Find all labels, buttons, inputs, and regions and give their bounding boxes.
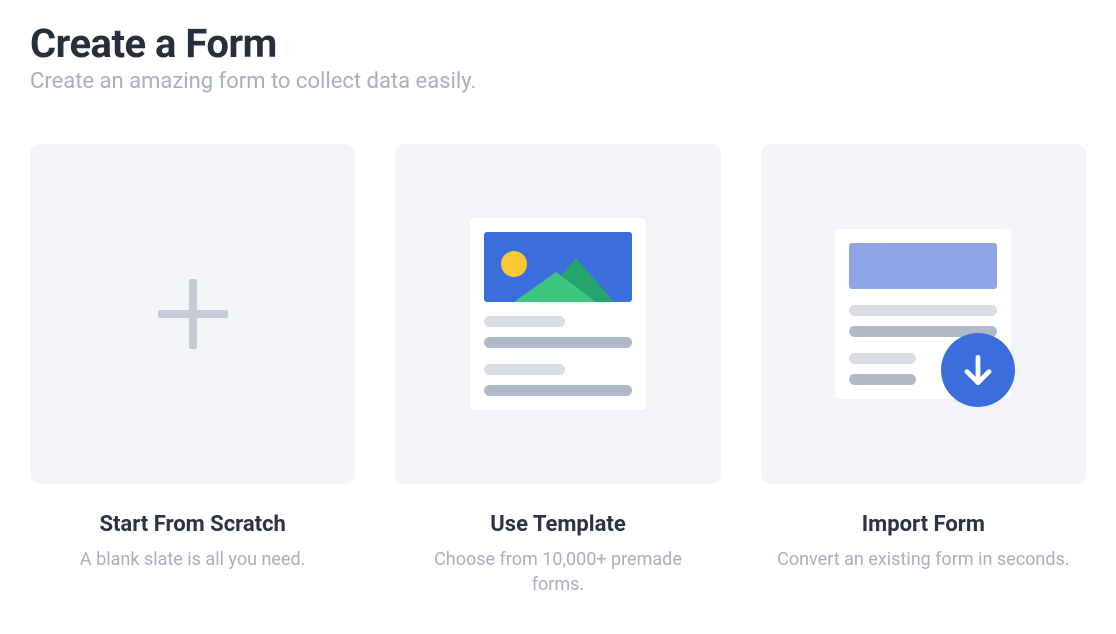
import-document-icon <box>835 229 1011 399</box>
skeleton-line <box>484 316 565 327</box>
import-form-card[interactable]: Import Form Convert an existing form in … <box>761 144 1086 597</box>
template-document-icon <box>470 218 646 410</box>
use-template-title: Use Template <box>490 512 625 537</box>
skeleton-line <box>484 364 565 375</box>
start-from-scratch-tile <box>30 144 355 484</box>
use-template-desc: Choose from 10,000+ premade forms. <box>408 547 708 597</box>
start-from-scratch-card[interactable]: Start From Scratch A blank slate is all … <box>30 144 355 597</box>
option-cards-row: Start From Scratch A blank slate is all … <box>30 144 1086 597</box>
page-header: Create a Form Create an amazing form to … <box>30 20 1086 94</box>
skeleton-line <box>849 353 916 364</box>
skeleton-header <box>849 243 997 289</box>
start-from-scratch-title: Start From Scratch <box>99 512 285 537</box>
use-template-card[interactable]: Use Template Choose from 10,000+ premade… <box>395 144 720 597</box>
plus-icon <box>158 279 228 349</box>
use-template-tile <box>395 144 720 484</box>
import-form-tile <box>761 144 1086 484</box>
start-from-scratch-desc: A blank slate is all you need. <box>80 547 305 572</box>
page-title: Create a Form <box>30 20 1086 67</box>
skeleton-line <box>849 374 916 385</box>
import-form-desc: Convert an existing form in seconds. <box>777 547 1069 572</box>
import-form-title: Import Form <box>862 512 985 537</box>
skeleton-line <box>484 337 632 348</box>
page-subtitle: Create an amazing form to collect data e… <box>30 69 1086 94</box>
skeleton-line <box>484 385 632 396</box>
download-arrow-icon <box>941 333 1015 407</box>
template-picture-icon <box>484 232 632 302</box>
skeleton-line <box>849 305 997 316</box>
